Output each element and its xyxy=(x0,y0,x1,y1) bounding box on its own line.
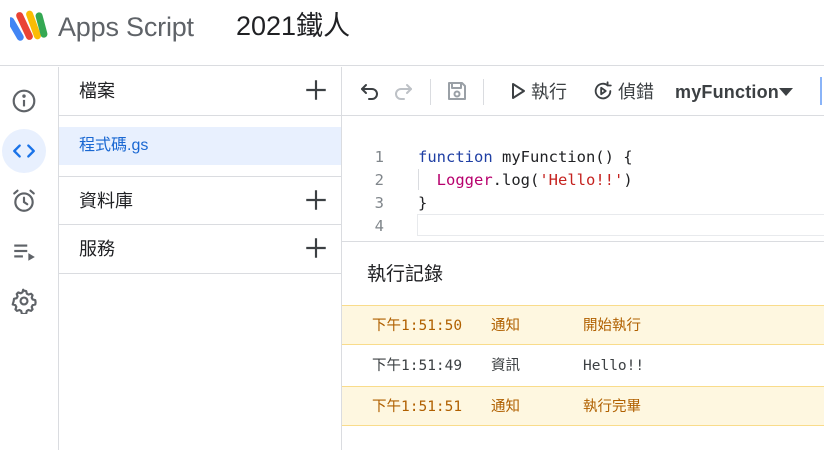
code-icon xyxy=(13,144,35,158)
gear-icon xyxy=(11,288,37,314)
run-label: 執行 xyxy=(531,82,567,102)
add-file-icon[interactable] xyxy=(303,77,329,103)
code-text: function myFunction() { xyxy=(418,148,633,166)
chevron-down-icon xyxy=(779,88,793,96)
settings-button[interactable] xyxy=(2,279,46,323)
log-time: 下午1:51:50 xyxy=(372,318,463,334)
log-message: 執行完畢 xyxy=(583,399,641,415)
executions-icon xyxy=(14,244,35,261)
function-select[interactable]: myFunction xyxy=(672,67,802,116)
apps-script-logo[interactable] xyxy=(10,8,50,44)
libraries-section-title: 資料庫 xyxy=(79,191,133,211)
line-number: 4 xyxy=(374,217,384,235)
log-level: 資訊 xyxy=(491,358,520,374)
log-level: 通知 xyxy=(491,399,520,415)
redo-icon[interactable] xyxy=(391,79,415,103)
debug-button[interactable]: 偵錯 xyxy=(592,67,662,116)
editor-button[interactable] xyxy=(2,129,46,173)
triggers-button[interactable] xyxy=(2,179,46,223)
execution-log-title: 執行記錄 xyxy=(367,264,444,285)
toolbar-divider xyxy=(483,79,484,105)
code-editor[interactable]: 1 function myFunction() { 2 Logger.log('… xyxy=(342,117,824,241)
line-number: 2 xyxy=(374,171,384,189)
files-section-title: 檔案 xyxy=(79,81,115,101)
code-line: 3 } xyxy=(342,192,824,215)
file-name: 程式碼.gs xyxy=(79,137,149,154)
services-section-title: 服務 xyxy=(79,239,115,259)
code-text: Logger.log('Hello!!') xyxy=(436,171,633,189)
left-nav-rail xyxy=(0,67,59,450)
executions-button[interactable] xyxy=(2,229,46,273)
log-time: 下午1:51:49 xyxy=(372,358,463,374)
toolbar-divider xyxy=(430,79,431,105)
undo-icon[interactable] xyxy=(358,79,382,103)
toolbar-overflow-edge xyxy=(820,77,824,105)
libraries-section-header: 資料庫 xyxy=(59,176,341,225)
add-service-icon[interactable] xyxy=(303,235,329,261)
app-name: Apps Script xyxy=(58,12,194,42)
services-section-header: 服務 xyxy=(59,225,341,274)
overview-button[interactable] xyxy=(2,79,46,123)
editor-toolbar: 執行 偵錯 myFunction xyxy=(342,67,824,116)
code-text: } xyxy=(418,194,428,212)
log-row: 下午1:51:51 通知 執行完畢 xyxy=(342,386,824,426)
file-item-code-gs[interactable]: 程式碼.gs xyxy=(59,127,341,165)
play-icon xyxy=(512,83,525,99)
add-library-icon[interactable] xyxy=(303,187,329,213)
project-title[interactable]: 2021鐵人 xyxy=(236,9,350,43)
log-row: 下午1:51:49 資訊 Hello!! xyxy=(342,346,824,386)
execution-log-panel: 執行記錄 下午1:51:50 通知 開始執行 下午1:51:49 資訊 Hell… xyxy=(342,241,824,450)
log-row: 下午1:51:50 通知 開始執行 xyxy=(342,305,824,345)
log-message: 開始執行 xyxy=(583,318,641,334)
line-number: 1 xyxy=(374,148,384,166)
debug-label: 偵錯 xyxy=(618,82,654,102)
debug-icon xyxy=(594,81,612,100)
alarm-icon xyxy=(13,189,35,212)
file-panel: 檔案 程式碼.gs 資料庫 服務 xyxy=(59,67,342,450)
code-line: 4 xyxy=(342,215,824,238)
app-header: Apps Script 2021鐵人 xyxy=(0,0,824,66)
info-icon xyxy=(12,89,36,113)
run-button[interactable]: 執行 xyxy=(508,67,572,116)
log-message: Hello!! xyxy=(583,358,645,374)
code-line: 1 function myFunction() { xyxy=(342,146,824,169)
line-number: 3 xyxy=(374,194,384,212)
code-line: 2 Logger.log('Hello!!') xyxy=(342,169,824,192)
save-icon[interactable] xyxy=(445,79,469,103)
log-level: 通知 xyxy=(491,318,520,334)
function-select-value: myFunction xyxy=(675,82,779,102)
log-time: 下午1:51:51 xyxy=(372,399,463,415)
files-section-header: 檔案 xyxy=(59,67,341,116)
